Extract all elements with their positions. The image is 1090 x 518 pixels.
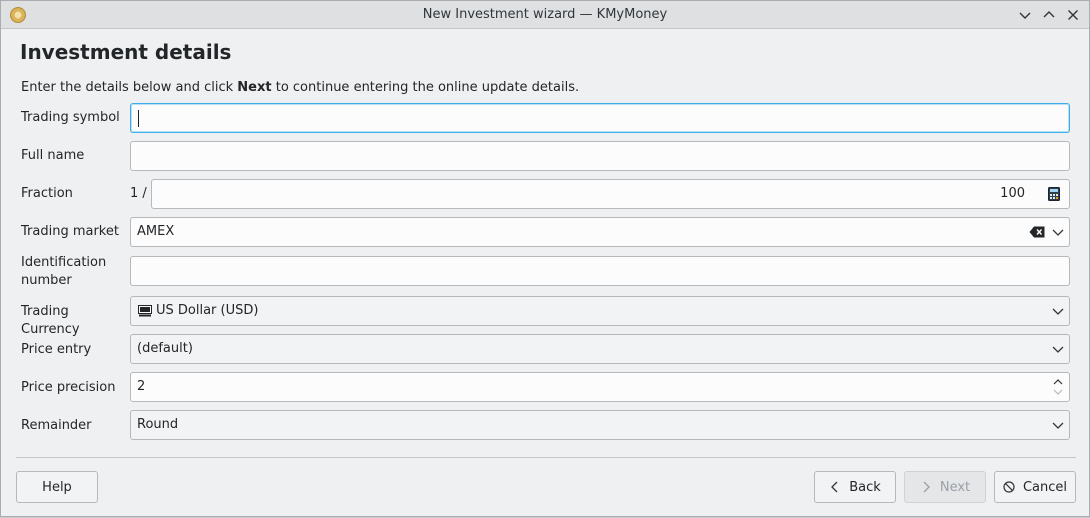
next-button-label: Next — [939, 479, 971, 495]
cancel-icon — [1003, 481, 1015, 493]
minimize-button[interactable] — [1015, 5, 1035, 25]
back-button-label: Back — [849, 479, 881, 495]
title-bar: New Investment wizard — KMyMoney — [1, 1, 1089, 29]
calculator-icon[interactable] — [1048, 187, 1060, 201]
intro-text: Enter the details below and click Next t… — [21, 80, 579, 95]
identification-number-label: Identification number — [21, 255, 107, 288]
next-button[interactable]: Next — [904, 471, 986, 503]
intro-text-bold: Next — [237, 80, 272, 95]
chevron-left-icon — [831, 481, 838, 493]
trading-symbol-label: Trading symbol — [21, 110, 120, 125]
text-caret — [138, 110, 139, 127]
trading-currency-label: Trading Currency — [21, 304, 80, 337]
button-separator — [16, 457, 1076, 458]
currency-icon — [138, 305, 152, 317]
trading-market-label: Trading market — [21, 224, 119, 239]
price-precision-spinbox[interactable]: 2 — [130, 372, 1070, 402]
help-button[interactable]: Help — [16, 471, 98, 503]
back-button[interactable]: Back — [814, 471, 896, 503]
chevron-right-icon — [923, 481, 930, 493]
trading-market-combo[interactable]: AMEX — [130, 217, 1070, 247]
trading-market-value: AMEX — [137, 224, 175, 239]
chevron-down-icon[interactable] — [1052, 226, 1064, 238]
cancel-button-label: Cancel — [1022, 479, 1068, 495]
fraction-value: 100 — [1000, 186, 1025, 201]
spin-arrows-icon[interactable] — [1053, 376, 1063, 398]
close-icon — [1068, 10, 1078, 20]
intro-text-start: Enter the details below and click — [21, 80, 238, 95]
chevron-down-icon — [1052, 346, 1064, 353]
trading-symbol-input[interactable] — [130, 103, 1070, 133]
trading-currency-value: US Dollar (USD) — [156, 303, 259, 318]
fraction-prefix: 1 / — [130, 186, 147, 201]
window-title: New Investment wizard — KMyMoney — [422, 7, 668, 22]
trading-currency-combo[interactable]: US Dollar (USD) — [130, 296, 1070, 326]
price-entry-combo[interactable]: (default) — [130, 334, 1070, 364]
remainder-combo[interactable]: Round — [130, 410, 1070, 440]
maximize-button[interactable] — [1039, 5, 1059, 25]
price-precision-value: 2 — [137, 379, 146, 394]
price-entry-label: Price entry — [21, 342, 92, 357]
help-button-label: Help — [42, 479, 72, 495]
fraction-label: Fraction — [21, 186, 73, 201]
full-name-label: Full name — [21, 148, 85, 163]
full-name-input[interactable] — [130, 141, 1070, 171]
wizard-page: Investment details Enter the details bel… — [1, 29, 1089, 518]
identification-number-input[interactable] — [130, 256, 1070, 286]
price-entry-value: (default) — [137, 341, 193, 356]
chevron-down-icon — [1052, 422, 1064, 429]
cancel-button[interactable]: Cancel — [994, 471, 1076, 503]
close-button[interactable] — [1063, 5, 1083, 25]
price-precision-label: Price precision — [21, 380, 116, 395]
remainder-label: Remainder — [21, 418, 92, 433]
minimize-icon — [1019, 12, 1031, 19]
chevron-down-icon — [1052, 308, 1064, 315]
remainder-value: Round — [137, 417, 179, 432]
intro-text-end: to continue entering the online update d… — [271, 80, 580, 95]
wizard-window: New Investment wizard — KMyMoney Investm… — [0, 0, 1090, 517]
page-title: Investment details — [20, 40, 232, 64]
clear-text-icon[interactable] — [1029, 226, 1045, 238]
fraction-input[interactable]: 100 — [151, 179, 1070, 209]
maximize-icon — [1043, 11, 1055, 18]
